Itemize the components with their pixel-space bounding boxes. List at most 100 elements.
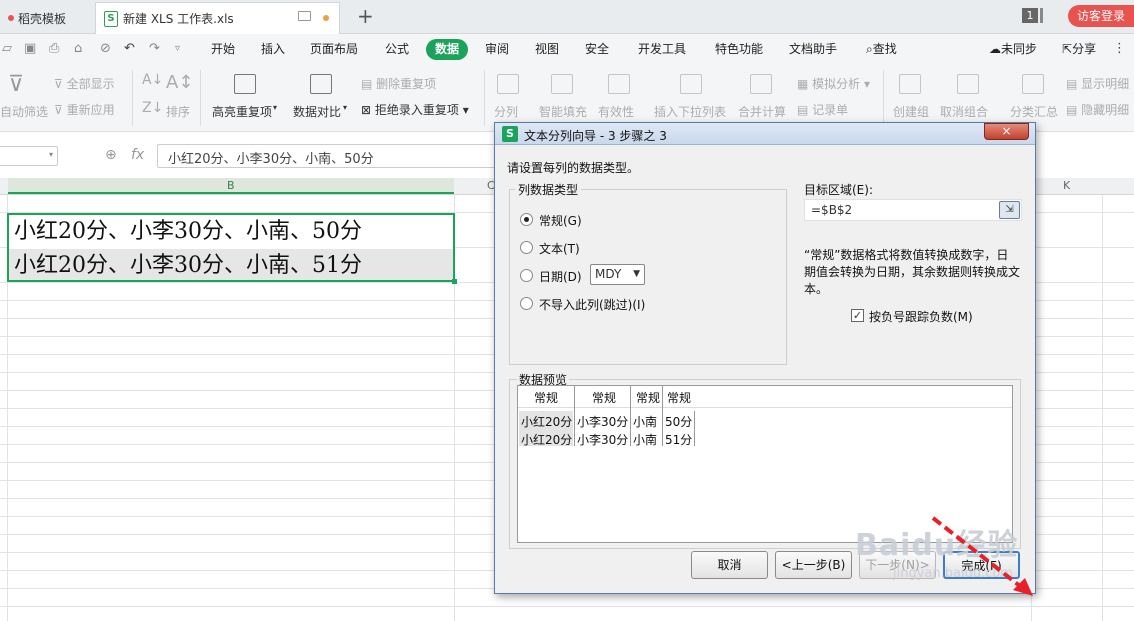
consolidate-icon[interactable] <box>750 74 772 94</box>
tab-bar: 稻壳模板 S 新建 XLS 工作表.xls + 1 访客登录 <box>0 0 1134 34</box>
sort-icon[interactable]: A↕ <box>166 72 193 93</box>
sync-status[interactable]: ☁未同步 <box>985 39 1041 60</box>
back-button[interactable]: <上一步(B) <box>775 551 852 579</box>
insert-dropdown-button[interactable]: 插入下拉列表 <box>654 103 726 120</box>
ungroup-icon[interactable] <box>957 74 979 94</box>
smart-fill-icon[interactable] <box>551 74 573 94</box>
validity-icon[interactable] <box>608 74 630 94</box>
fill-handle[interactable] <box>452 279 457 284</box>
ungroup-button[interactable]: 取消组合 <box>940 103 988 120</box>
redo-icon[interactable]: ↷ <box>149 41 160 56</box>
insert-dropdown-icon[interactable] <box>680 74 702 94</box>
simulate-button[interactable]: ▦ 模拟分析 ▾ <box>797 75 870 92</box>
record-button[interactable]: ▤ 记录单 <box>797 101 848 118</box>
menu-insert[interactable]: 插入 <box>257 39 289 60</box>
description-line-3: 本。 <box>804 282 829 296</box>
show-detail-button[interactable]: ▤ 显示明细 <box>1066 75 1129 92</box>
preview-header[interactable]: 常规 <box>667 389 691 406</box>
radio-text[interactable] <box>520 241 533 254</box>
radio-skip-label[interactable]: 不导入此列(跳过)(I) <box>539 296 645 313</box>
sort-button[interactable]: 排序 <box>166 103 190 120</box>
menu-view[interactable]: 视图 <box>531 39 563 60</box>
more-icon[interactable]: ⋮ <box>1113 41 1126 56</box>
menu-data[interactable]: 数据 <box>426 39 469 60</box>
target-area-input[interactable]: =$B$2 <box>804 199 1022 221</box>
print-icon[interactable]: ⌂ <box>74 41 82 56</box>
share-button[interactable]: ⇱分享 <box>1058 39 1100 60</box>
cancel-button[interactable]: 取消 <box>691 551 768 579</box>
print-preview-icon[interactable]: ⎙ <box>49 41 59 56</box>
column-type-group-label: 列数据类型 <box>515 181 582 198</box>
auto-filter-button[interactable]: 自动筛选 <box>0 103 48 120</box>
preview-cell: 小南 <box>633 433 658 447</box>
chevron-down-icon[interactable]: ▿ <box>175 43 180 54</box>
sync-label: 未同步 <box>1001 42 1038 56</box>
date-format-select[interactable]: MDY ▼ <box>590 264 645 285</box>
formula-input[interactable]: 小红20分、小李30分、小南、50分 <box>157 144 497 168</box>
create-group-button[interactable]: 创建组 <box>893 103 929 120</box>
highlight-duplicates-icon[interactable] <box>234 74 256 94</box>
menu-developer[interactable]: 开发工具 <box>634 39 690 60</box>
preview-header[interactable]: 常规 <box>592 389 616 406</box>
save-icon[interactable]: ▣ <box>24 41 36 56</box>
highlight-duplicates-button[interactable]: 高亮重复项 <box>212 103 272 120</box>
radio-date[interactable] <box>520 269 533 282</box>
data-compare-button[interactable]: 数据对比 <box>293 103 341 120</box>
new-tab-icon[interactable]: + <box>357 4 374 28</box>
zoom-icon[interactable]: ⊕ <box>105 147 117 163</box>
subtotal-button[interactable]: 分类汇总 <box>1010 103 1058 120</box>
radio-text-label[interactable]: 文本(T) <box>539 240 580 257</box>
smart-fill-button[interactable]: 智能填充 <box>539 103 587 120</box>
remove-duplicates-button[interactable]: ▤ 删除重复项 <box>361 75 436 92</box>
split-button[interactable]: 分列 <box>494 103 518 120</box>
consolidate-button[interactable]: 合并计算 <box>738 103 786 120</box>
hide-detail-button[interactable]: ▤ 隐藏明细 <box>1066 101 1129 118</box>
reject-dup-label: 拒绝录入重复项 <box>374 103 459 117</box>
monitor-icon[interactable] <box>298 11 311 21</box>
preview-header[interactable]: 常规 <box>534 389 558 406</box>
preview-header[interactable]: 常规 <box>636 389 660 406</box>
filter-icon[interactable]: ⊽ <box>8 72 24 97</box>
range-picker-icon[interactable]: ⇲ <box>999 201 1020 219</box>
menu-doc-assistant[interactable]: 文档助手 <box>785 39 841 60</box>
dialog-titlebar[interactable]: S 文本分列向导 - 3 步骤之 3 × <box>495 123 1035 145</box>
data-compare-icon[interactable] <box>310 74 332 94</box>
reapply-button[interactable]: ⊽ 重新应用 <box>54 101 115 118</box>
reject-duplicates-button[interactable]: ⊠ 拒绝录入重复项 ▾ <box>361 101 469 118</box>
login-button[interactable]: 访客登录 <box>1068 5 1134 27</box>
undo-icon[interactable]: ↶ <box>124 41 135 56</box>
reapply-label: 重新应用 <box>66 103 115 117</box>
menu-security[interactable]: 安全 <box>581 39 613 60</box>
name-box[interactable]: ▾ <box>0 146 58 166</box>
negative-checkbox[interactable]: ✓ <box>851 309 864 322</box>
menu-page-layout[interactable]: 页面布局 <box>306 39 362 60</box>
menu-formulas[interactable]: 公式 <box>381 39 413 60</box>
simulate-icon: ▦ <box>797 77 813 91</box>
sort-desc-icon[interactable]: Z↓ <box>142 100 163 116</box>
fx-icon[interactable]: fx <box>131 147 144 163</box>
chevron-down-icon: ▼ <box>633 269 640 279</box>
menu-review[interactable]: 审阅 <box>481 39 513 60</box>
radio-general[interactable] <box>520 213 533 226</box>
menu-search[interactable]: ⌕查找 <box>862 39 901 60</box>
format-painter-icon[interactable]: ⊘ <box>100 41 111 56</box>
close-icon[interactable]: × <box>984 123 1029 140</box>
negative-checkbox-label[interactable]: 按负号跟踪负数(M) <box>869 308 973 325</box>
split-icon[interactable] <box>497 74 519 94</box>
tab-workbook[interactable]: S 新建 XLS 工作表.xls <box>95 2 340 34</box>
validity-button[interactable]: 有效性 <box>598 103 634 120</box>
create-group-icon[interactable] <box>899 74 921 94</box>
radio-skip[interactable] <box>520 297 533 310</box>
open-icon[interactable]: ▱ <box>2 41 12 56</box>
menu-special[interactable]: 特色功能 <box>711 39 767 60</box>
show-all-button[interactable]: ⊽ 全部显示 <box>54 75 115 92</box>
page-count-badge[interactable]: 1 <box>1022 8 1038 23</box>
preview-cell: 小李30分 <box>577 415 629 429</box>
sort-asc-icon[interactable]: A↓ <box>142 72 163 88</box>
chevron-down-icon: ▾ <box>48 150 53 159</box>
radio-general-label[interactable]: 常规(G) <box>539 212 582 229</box>
menu-home[interactable]: 开始 <box>207 39 239 60</box>
radio-date-label[interactable]: 日期(D) <box>539 268 582 285</box>
subtotal-icon[interactable] <box>1022 74 1044 94</box>
tab-templates[interactable]: 稻壳模板 <box>0 2 92 34</box>
